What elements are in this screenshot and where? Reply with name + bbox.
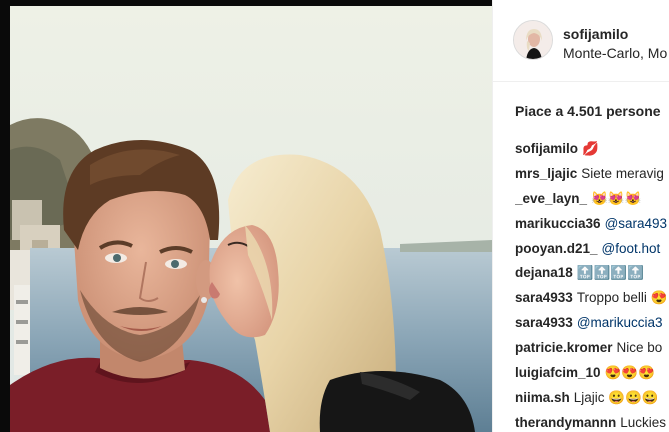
post-location[interactable]: Monte-Carlo, Mo [563, 45, 667, 61]
comment-item: _eve_layn_ 😻😻😻 [515, 191, 669, 216]
comment-author[interactable]: sara4933 [515, 290, 573, 305]
comment-item: mrs_ljajic Siete meravig [515, 166, 669, 191]
comment-text: 🔝🔝🔝🔝 [576, 265, 645, 281]
comment-author[interactable]: sofijamilo [515, 141, 578, 156]
comment-text: Troppo belli 😍 [576, 290, 668, 306]
comment-item: sara4933 Troppo belli 😍 [515, 290, 669, 315]
comment-item: sofijamilo 💋 [515, 141, 669, 166]
comment-text: Ljajic 😀😀😀 [573, 389, 659, 405]
comment-text: Luckies [620, 414, 667, 430]
comment-author[interactable]: marikuccia36 [515, 216, 601, 231]
likes-count[interactable]: Piace a 4.501 persone [515, 103, 661, 119]
comment-item: marikuccia36 @sara493 [515, 216, 669, 241]
comment-item: sara4933 @marikuccia3 [515, 315, 669, 340]
comment-author[interactable]: pooyan.d21_ [515, 241, 598, 256]
comment-item: patricie.kromer Nice bo [515, 340, 669, 365]
comment-item: therandymannn Luckies [515, 415, 669, 432]
comment-text: Siete meravig [581, 165, 664, 181]
comment-author[interactable]: luigiafcim_10 [515, 365, 601, 380]
comment-text: Nice bo [616, 340, 663, 356]
comment-item: luigiafcim_10 😍😍😍 [515, 365, 669, 390]
comment-author[interactable]: mrs_ljajic [515, 166, 577, 181]
comment-author[interactable]: _eve_layn_ [515, 191, 587, 206]
comment-author[interactable]: patricie.kromer [515, 340, 613, 355]
comment-mention[interactable]: @marikuccia3 [577, 315, 663, 330]
comment-item: dejana18 🔝🔝🔝🔝 [515, 265, 669, 290]
post-header: sofijamilo Monte-Carlo, Mo [493, 0, 669, 82]
avatar[interactable] [513, 20, 553, 60]
post-photo[interactable] [0, 0, 492, 432]
comment-author[interactable]: dejana18 [515, 265, 573, 280]
comment-author[interactable]: therandymannn [515, 415, 616, 430]
comment-text: 😻😻😻 [591, 190, 642, 206]
comment-mention[interactable]: @foot.hot [602, 241, 661, 256]
post-details-panel: sofijamilo Monte-Carlo, Mo Piace a 4.501… [492, 0, 669, 432]
comment-author[interactable]: sara4933 [515, 315, 573, 330]
comment-item: pooyan.d21_ @foot.hot [515, 241, 669, 266]
selfie-photo-image [0, 0, 492, 432]
post-author-username[interactable]: sofijamilo [563, 26, 628, 42]
comment-item: niima.sh Ljajic 😀😀😀 [515, 390, 669, 415]
profile-picture-image [514, 21, 552, 59]
comments-list: sofijamilo 💋 mrs_ljajic Siete meravig _eve_l… [515, 141, 669, 432]
comment-text: 😍😍😍 [604, 365, 655, 381]
comment-text: 💋 [582, 141, 599, 156]
comment-mention[interactable]: @sara493 [605, 216, 668, 231]
comment-author[interactable]: niima.sh [515, 390, 570, 405]
